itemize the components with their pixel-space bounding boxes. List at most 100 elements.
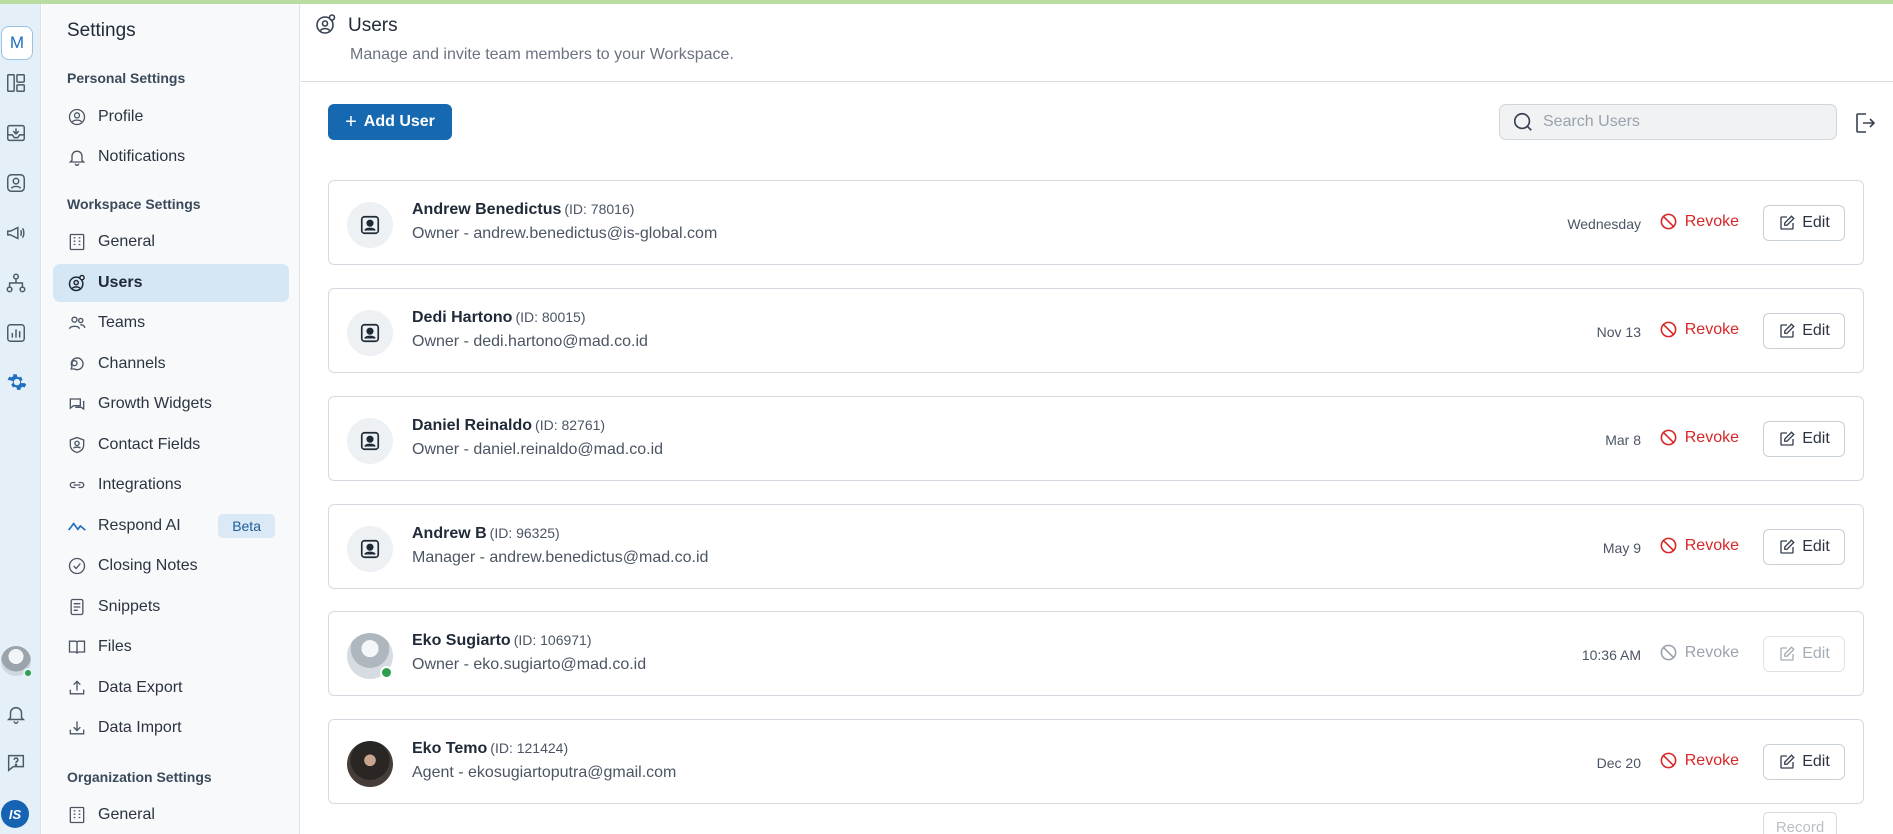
sidebar-item-integrations[interactable]: Integrations (53, 466, 289, 504)
book-icon (66, 636, 88, 658)
revoke-button[interactable]: Revoke (1659, 428, 1739, 447)
search-box[interactable] (1499, 104, 1837, 140)
edit-icon (1780, 323, 1795, 338)
edit-label: Edit (1802, 214, 1830, 231)
settings-sidebar: Settings Personal Settings Profile Notif… (42, 4, 300, 834)
settings-icon[interactable] (3, 370, 29, 396)
export-users-icon[interactable] (1852, 111, 1876, 135)
edit-button[interactable]: Edit (1763, 529, 1845, 565)
edit-label: Edit (1802, 753, 1830, 770)
record-button[interactable]: Record (1763, 812, 1837, 834)
help-icon[interactable] (3, 750, 29, 776)
add-user-label: Add User (363, 113, 435, 130)
sidebar-item-label: Teams (98, 314, 146, 331)
edit-icon (1780, 754, 1795, 769)
default-avatar (347, 526, 393, 572)
user-id: (ID: 78016) (564, 201, 635, 217)
sidebar-item-org-general[interactable]: General (53, 796, 289, 834)
revoke-button[interactable]: Revoke (1659, 536, 1739, 555)
teams-icon (66, 312, 88, 334)
sidebar-item-label: Files (98, 638, 132, 655)
online-status-dot (380, 666, 393, 679)
building-icon (66, 231, 88, 253)
flows-icon[interactable] (3, 270, 29, 296)
ban-icon (1660, 213, 1677, 230)
user-name: Andrew Benedictus (ID: 78016) (412, 201, 634, 219)
sidebar-item-data-export[interactable]: Data Export (53, 669, 289, 707)
users-icon (316, 14, 336, 34)
edit-label: Edit (1802, 538, 1830, 555)
sidebar-item-snippets[interactable]: Snippets (53, 588, 289, 626)
bell-icon[interactable] (3, 701, 29, 727)
brand-logo: IS (1, 800, 29, 828)
last-active-date: Wednesday (1567, 216, 1641, 232)
ban-icon (1660, 752, 1677, 769)
sidebar-item-notifications[interactable]: Notifications (53, 138, 289, 176)
photo-avatar (347, 741, 393, 787)
main-content: Users Manage and invite team members to … (301, 4, 1893, 834)
sidebar-item-data-import[interactable]: Data Import (53, 709, 289, 747)
sidebar-item-closing-notes[interactable]: Closing Notes (53, 547, 289, 585)
sidebar-item-growth-widgets[interactable]: Growth Widgets (53, 385, 289, 423)
add-user-button[interactable]: + Add User (328, 104, 452, 140)
user-name-text: Eko Temo (412, 740, 488, 757)
ban-icon (1660, 321, 1677, 338)
sidebar-item-label: Closing Notes (98, 557, 198, 574)
user-row: Dedi Hartono (ID: 80015) Owner - dedi.har… (328, 288, 1864, 373)
user-id: (ID: 80015) (515, 309, 586, 325)
revoke-label: Revoke (1684, 212, 1739, 230)
online-status-dot (23, 668, 33, 678)
edit-icon (1780, 431, 1795, 446)
user-name: Daniel Reinaldo (ID: 82761) (412, 417, 605, 435)
last-active-date: Dec 20 (1596, 755, 1641, 771)
revoke-button[interactable]: Revoke (1659, 320, 1739, 339)
user-name-text: Andrew Benedictus (412, 201, 562, 218)
edit-label: Edit (1802, 645, 1830, 662)
user-name: Dedi Hartono (ID: 80015) (412, 309, 586, 327)
user-name-text: Eko Sugiarto (412, 632, 511, 649)
search-input[interactable] (1543, 113, 1823, 131)
edit-button[interactable]: Edit (1763, 205, 1845, 241)
layout-icon[interactable] (3, 70, 29, 96)
contacts-icon[interactable] (3, 170, 29, 196)
edit-button[interactable]: Edit (1763, 421, 1845, 457)
sidebar-item-users[interactable]: Users (53, 264, 289, 302)
respond-ai-icon (66, 515, 88, 537)
building-icon (66, 804, 88, 826)
current-user-avatar[interactable] (1, 646, 33, 678)
inbox-icon[interactable] (3, 120, 29, 146)
sidebar-item-label: Channels (98, 355, 166, 372)
user-name: Andrew B (ID: 96325) (412, 525, 560, 543)
revoke-button[interactable]: Revoke (1659, 212, 1739, 231)
edit-button[interactable]: Edit (1763, 313, 1845, 349)
edit-label: Edit (1802, 430, 1830, 447)
default-avatar (347, 310, 393, 356)
plus-icon: + (345, 110, 357, 133)
sidebar-item-contact-fields[interactable]: Contact Fields (53, 426, 289, 464)
app-rail: M IS (0, 4, 41, 834)
ban-icon (1660, 429, 1677, 446)
edit-button[interactable]: Edit (1763, 744, 1845, 780)
export-icon (66, 677, 88, 699)
revoke-button[interactable]: Revoke (1659, 751, 1739, 770)
sidebar-item-profile[interactable]: Profile (53, 98, 289, 136)
sidebar-item-teams[interactable]: Teams (53, 304, 289, 342)
sidebar-item-label: Data Export (98, 679, 183, 696)
default-avatar (347, 418, 393, 464)
channels-icon (66, 353, 88, 375)
sidebar-item-respond-ai[interactable]: Respond AI Beta (53, 507, 289, 545)
sidebar-item-label: Profile (98, 108, 144, 125)
user-id: (ID: 96325) (489, 525, 560, 541)
user-role-email: Manager - andrew.benedictus@mad.co.id (412, 549, 709, 566)
page-subtitle: Manage and invite team members to your W… (350, 46, 734, 63)
check-circle-icon (66, 555, 88, 577)
workspace-switcher[interactable]: M (1, 26, 33, 60)
beta-badge: Beta (218, 514, 275, 538)
sidebar-item-channels[interactable]: Channels (53, 345, 289, 383)
sidebar-item-files[interactable]: Files (53, 628, 289, 666)
reports-icon[interactable] (3, 320, 29, 346)
sidebar-item-general[interactable]: General (53, 223, 289, 261)
edit-icon (1780, 215, 1795, 230)
robot-avatar (347, 633, 393, 679)
broadcast-icon[interactable] (3, 220, 29, 246)
